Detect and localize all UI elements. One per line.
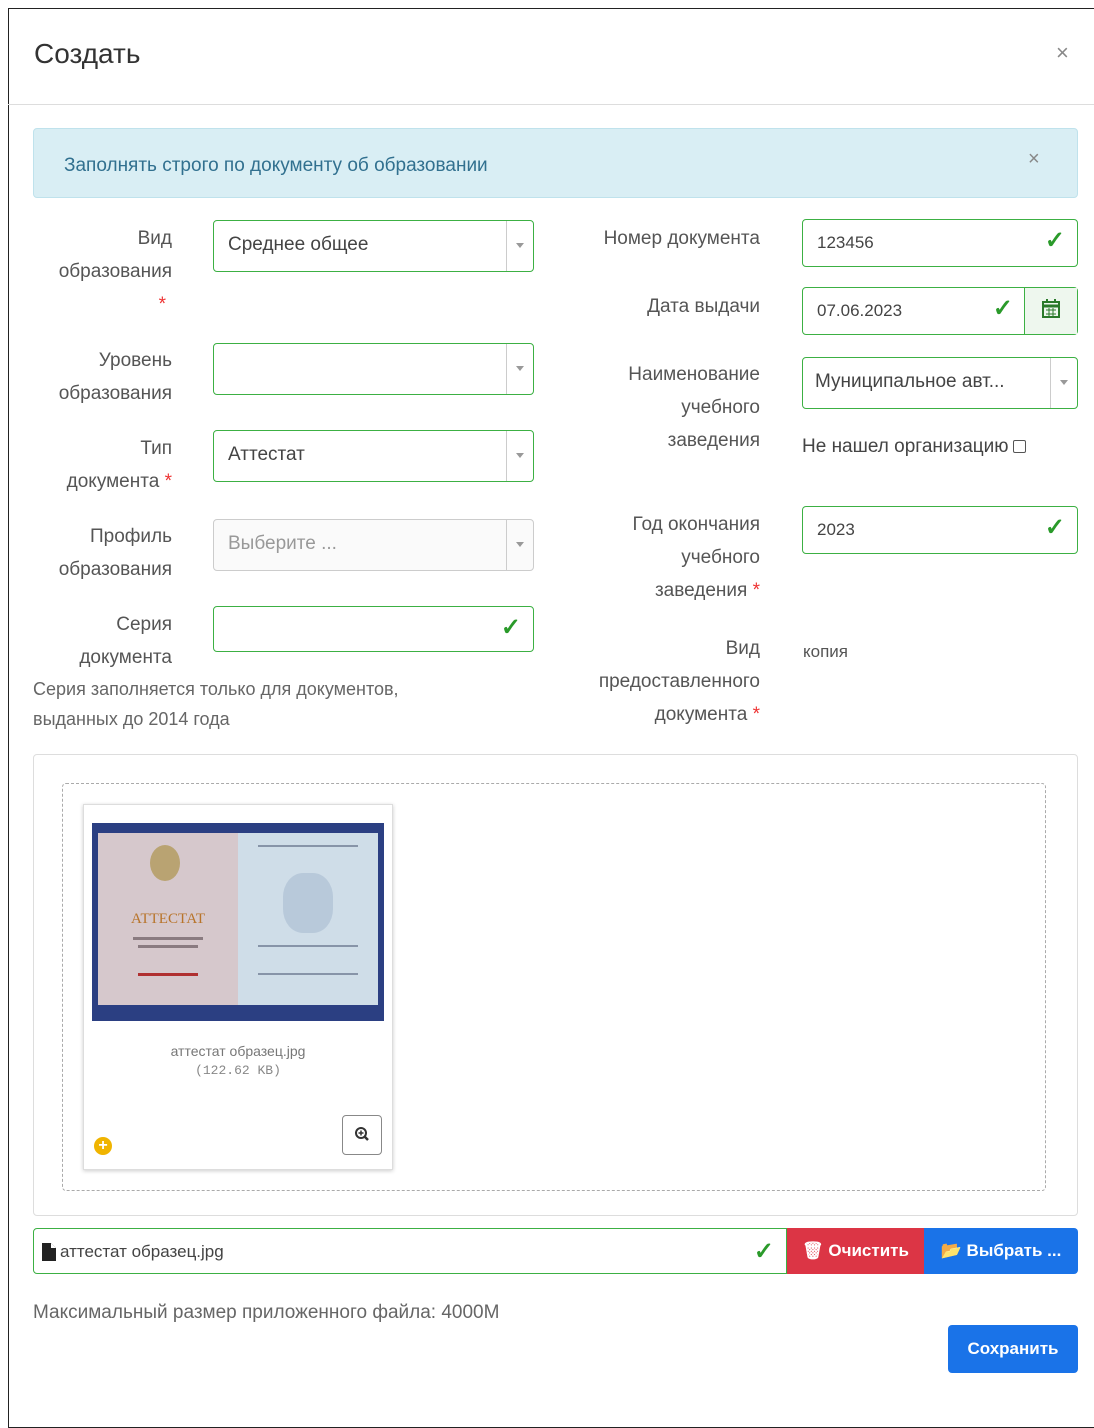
calendar-icon[interactable] [1024,288,1077,334]
issue-date-input[interactable]: 07.06.2023 ✓ [802,287,1078,335]
file-drop-zone[interactable]: АТТЕСТАТ аттестат образец.jpg (122.62 KB… [62,783,1046,1191]
label-document-type: Тип документа * [66,438,172,492]
add-icon[interactable]: + [94,1137,112,1155]
info-alert: Заполнять строго по документу об образов… [33,128,1078,198]
institution-select[interactable]: Муниципальное авт... [802,357,1078,409]
label-provided-document-type: Вид предоставленного документа * [598,638,760,725]
emblem [150,845,180,881]
alert-close-icon[interactable]: × [1028,148,1040,171]
modal-close-icon[interactable]: × [1056,40,1069,66]
label-document-series: Серия документа [79,614,172,668]
alert-text: Заполнять строго по документу об образов… [64,155,488,176]
education-profile-select[interactable]: Выберите ... [213,519,534,571]
preview-filename: аттестат образец.jpg [170,1043,306,1059]
trash-icon: 🗑 [802,1241,824,1260]
graduation-year-input[interactable]: 2023 ✓ [802,506,1078,554]
document-type-select[interactable]: Аттестат [213,430,534,482]
document-number-input[interactable]: 123456 ✓ [802,219,1078,267]
preview-heading: АТТЕСТАТ [130,911,206,927]
file-preview-card: АТТЕСТАТ аттестат образец.jpg (122.62 KB… [83,804,393,1170]
preview-filesize: (122.62 KB) [195,1063,281,1078]
select-arrow [506,520,533,570]
select-arrow [506,344,533,394]
save-button[interactable]: Сохранить [948,1325,1078,1373]
label-document-number: Номер документа [603,228,760,249]
file-name-input[interactable]: аттестат образец.jpg ✓ [33,1228,787,1274]
folder-open-icon: 📂 [940,1241,962,1260]
series-note: Серия заполняется только для документов,… [33,679,399,729]
select-arrow [506,431,533,481]
education-type-select[interactable]: Среднее общее [213,220,534,272]
label-graduation-year: Год окончания учебного заведения * [632,514,760,601]
provided-document-type-value: копия [803,642,848,661]
upload-panel: АТТЕСТАТ аттестат образец.jpg (122.62 KB… [33,754,1078,1216]
label-issue-date: Дата выдачи [647,296,760,317]
valid-check-icon: ✓ [1044,227,1065,254]
valid-check-icon: ✓ [500,614,521,641]
document-series-input[interactable]: ✓ [213,606,534,652]
valid-check-icon: ✓ [1044,514,1065,541]
education-level-select[interactable] [213,343,534,395]
label-education-type: Вид образования * [58,228,172,315]
select-arrow [1050,358,1077,408]
label-education-level: Уровень образования [58,350,172,404]
not-found-org-checkbox[interactable]: Не нашел организацию [802,436,1026,458]
valid-check-icon: ✓ [753,1238,774,1265]
zoom-in-icon [355,1127,369,1141]
select-arrow [506,221,533,271]
preview-image: АТТЕСТАТ [92,823,384,1021]
header-divider [8,104,1094,105]
modal-title: Создать [34,38,141,69]
file-icon [42,1243,56,1261]
zoom-button[interactable] [342,1115,382,1155]
max-size-note: Максимальный размер приложенного файла: … [33,1302,500,1323]
clear-button[interactable]: 🗑 Очистить [787,1228,924,1274]
checkbox-box[interactable] [1012,440,1026,454]
label-institution: Наименование учебного заведения [628,364,760,451]
browse-button[interactable]: 📂 Выбрать ... [924,1228,1078,1274]
label-education-profile: Профиль образования [58,526,172,580]
valid-check-icon: ✓ [992,295,1013,322]
